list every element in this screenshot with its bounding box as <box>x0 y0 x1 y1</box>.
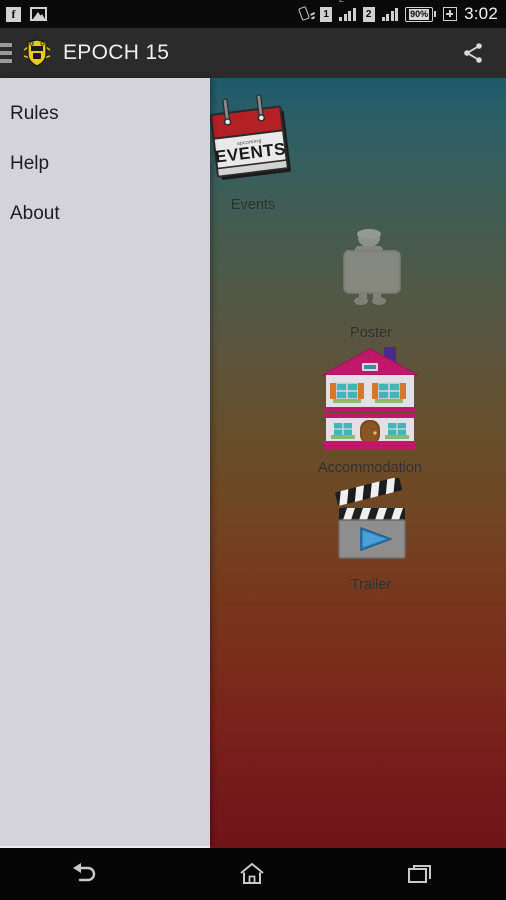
charging-icon <box>443 7 458 21</box>
drawer-item-label: Rules <box>10 103 59 124</box>
hamburger-menu-icon[interactable] <box>0 43 12 63</box>
poster-person-icon <box>325 224 417 321</box>
drawer-item-label: Help <box>10 153 50 174</box>
action-bar: EPOCH 15 <box>0 28 506 78</box>
status-bar-left-icons: f <box>6 6 47 22</box>
status-bar-clock: 3:02 <box>464 4 498 23</box>
status-bar: f 1 E 2 90% 3:02 <box>0 0 506 28</box>
drawer-item-about[interactable]: About <box>0 189 210 239</box>
home-icon <box>240 863 264 884</box>
system-navigation-bar <box>0 848 506 900</box>
tile-label: Trailer <box>350 577 392 593</box>
epoch-crest-logo-icon <box>20 38 54 68</box>
drawer-item-rules[interactable]: Rules <box>0 89 210 139</box>
sim2-badge: 2 <box>362 6 375 22</box>
house-icon <box>312 345 428 456</box>
drawer-item-help[interactable]: Help <box>0 139 210 189</box>
tile-label: Poster <box>350 325 392 341</box>
sim1-signal-icon: E <box>339 0 356 21</box>
tile-trailer[interactable]: Trailer <box>325 476 417 593</box>
tile-label: Accommodation <box>318 460 422 476</box>
share-icon[interactable] <box>458 38 488 68</box>
battery-percent-label: 90% <box>409 8 430 20</box>
network-type-label: E <box>339 0 344 4</box>
back-icon <box>73 863 96 882</box>
battery-icon: 90% <box>405 6 437 22</box>
phone-screen: f 1 E 2 90% 3:02 EPOCH 15 upcoming EVENT… <box>0 0 506 900</box>
drawer-item-label: About <box>10 203 60 224</box>
home-button[interactable] <box>168 848 336 900</box>
back-button[interactable] <box>0 848 168 900</box>
clapperboard-play-icon <box>325 476 417 573</box>
recents-button[interactable] <box>336 848 504 900</box>
tile-label: Events <box>230 197 276 213</box>
navigation-drawer: Rules Help About <box>0 78 210 848</box>
sim2-signal-icon <box>381 7 399 21</box>
facebook-icon: f <box>6 6 21 22</box>
recents-icon <box>408 865 431 883</box>
tile-accommodation[interactable]: Accommodation <box>312 345 428 476</box>
tile-events[interactable]: upcoming EVENTS Events <box>208 92 298 213</box>
sim1-badge: 1 <box>320 6 333 22</box>
calendar-icon: upcoming EVENTS <box>208 92 298 193</box>
app-title: EPOCH 15 <box>63 41 170 64</box>
status-bar-right-icons: 1 E 2 90% 3:02 <box>297 0 498 24</box>
tile-poster[interactable]: Poster <box>325 224 417 341</box>
drawer-item-list: Rules Help About <box>0 78 210 239</box>
vibrate-icon <box>297 6 316 22</box>
gallery-icon <box>30 7 47 21</box>
